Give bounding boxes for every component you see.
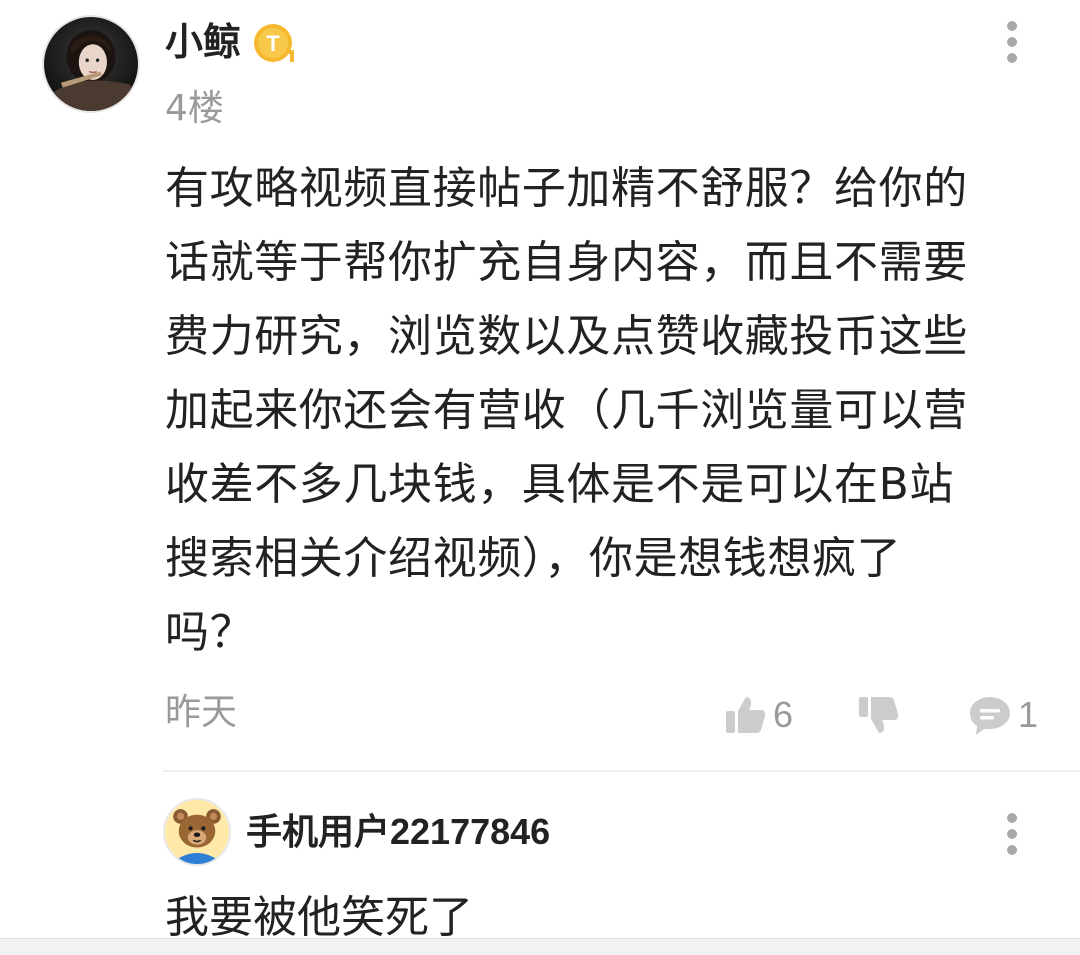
comment-line: 话就等于帮你扩充自身内容，而且不需要 [165,237,968,288]
level-badge-icon: T [252,22,296,66]
svg-text:T: T [266,31,280,56]
comment-line: 收差不多几块钱，具体是不是可以在B站 [165,459,954,510]
comment-line: 有攻略视频直接帖子加精不舒服？给你的 [165,163,968,214]
reply-button[interactable]: 1 [968,692,1038,738]
like-button[interactable]: 6 [723,692,793,738]
comment-line: 吗？ [165,607,255,658]
username[interactable]: 小鲸 [165,18,241,66]
dislike-button[interactable] [856,692,900,738]
bear-avatar-icon [165,800,229,864]
comment-line: 费力研究，浏览数以及点赞收藏投币这些 [165,311,968,362]
avatar[interactable] [42,15,140,113]
floor-number: 4楼 [165,88,224,129]
comment-text: 有攻略视频直接帖子加精不舒服？给你的 话就等于帮你扩充自身内容，而且不需要 费力… [165,152,1045,670]
more-options-icon[interactable] [992,16,1032,68]
timestamp: 昨天 [165,692,238,733]
reply-count: 1 [1018,694,1039,735]
comment-bubble-icon [970,697,1010,735]
divider [163,770,1080,772]
reply-avatar[interactable] [163,798,231,866]
comment-page: 小鲸 T 4楼 有攻略视频直接帖子加精不舒服？给你的 话就等于帮你扩充自身内容，… [0,0,1080,955]
more-options-icon[interactable] [992,808,1032,860]
thumbs-up-icon [726,697,766,733]
like-count: 6 [773,694,794,735]
comment-line: 加起来你还会有营收（几千浏览量可以营 [165,385,968,436]
comment-line: 搜索相关介绍视频），你是想钱想疯了 [165,533,902,584]
avatar-image [44,17,138,111]
thumbs-down-icon [859,697,899,733]
bottom-bar [0,938,1080,955]
reply-username[interactable]: 手机用户22177846 [246,808,550,856]
